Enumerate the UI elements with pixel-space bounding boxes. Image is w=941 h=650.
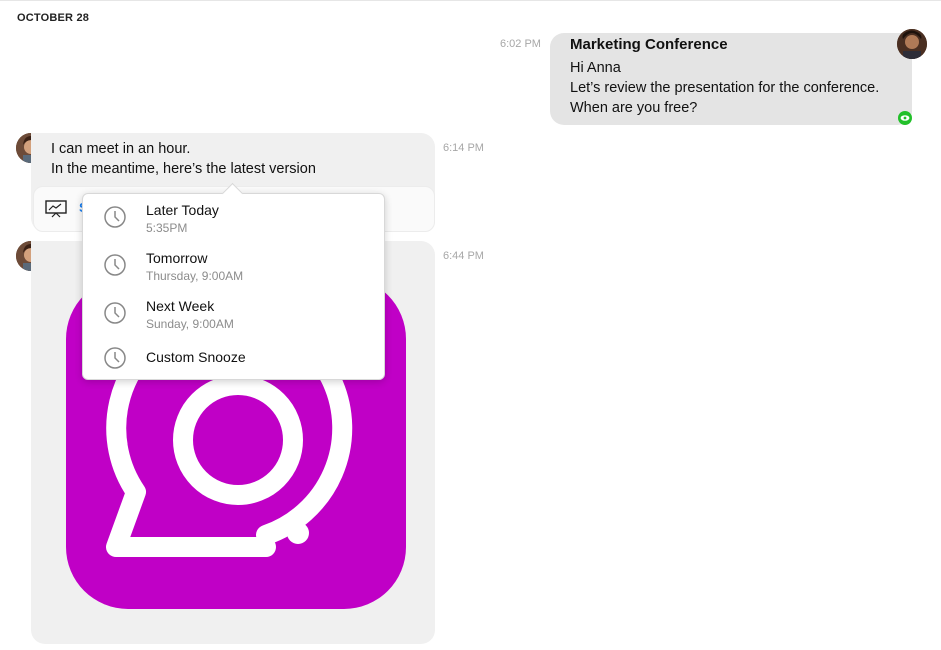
- date-header: OCTOBER 28: [17, 12, 90, 24]
- clock-icon: [104, 206, 126, 228]
- snooze-option-label: Later Today: [146, 202, 219, 218]
- snooze-option-time: Thursday, 9:00AM: [146, 269, 244, 283]
- snooze-menu: Later Today 5:35PM Tomorrow Thursday, 9:…: [82, 193, 385, 380]
- clock-icon: [104, 254, 126, 276]
- message-line: In the meantime, here’s the latest versi…: [51, 161, 316, 177]
- presentation-icon: [45, 200, 67, 218]
- snooze-option-label: Tomorrow: [146, 250, 208, 266]
- message-subject: Marketing Conference: [570, 36, 728, 53]
- snooze-tomorrow[interactable]: Tomorrow Thursday, 9:00AM: [83, 242, 384, 288]
- outgoing-message-bubble[interactable]: Marketing Conference Hi Anna Let’s revie…: [550, 33, 912, 125]
- message-time: 6:02 PM: [500, 38, 541, 50]
- snooze-next-week[interactable]: Next Week Sunday, 9:00AM: [83, 290, 384, 336]
- sender-avatar[interactable]: [897, 29, 927, 59]
- snooze-option-label: Next Week: [146, 298, 215, 314]
- message-time: 6:44 PM: [443, 250, 484, 262]
- top-divider: [0, 0, 941, 1]
- message-line: Let’s review the presentation for the co…: [570, 80, 880, 96]
- clock-icon: [104, 347, 126, 369]
- snooze-option-time: 5:35PM: [146, 221, 188, 235]
- message-line: When are you free?: [570, 100, 698, 116]
- eye-icon: [898, 111, 912, 125]
- message-line: Hi Anna: [570, 60, 621, 76]
- message-line: I can meet in an hour.: [51, 141, 191, 157]
- snooze-option-label: Custom Snooze: [146, 349, 246, 365]
- snooze-option-time: Sunday, 9:00AM: [146, 317, 234, 331]
- snooze-custom[interactable]: Custom Snooze: [83, 335, 384, 381]
- clock-icon: [104, 302, 126, 324]
- message-time: 6:14 PM: [443, 142, 484, 154]
